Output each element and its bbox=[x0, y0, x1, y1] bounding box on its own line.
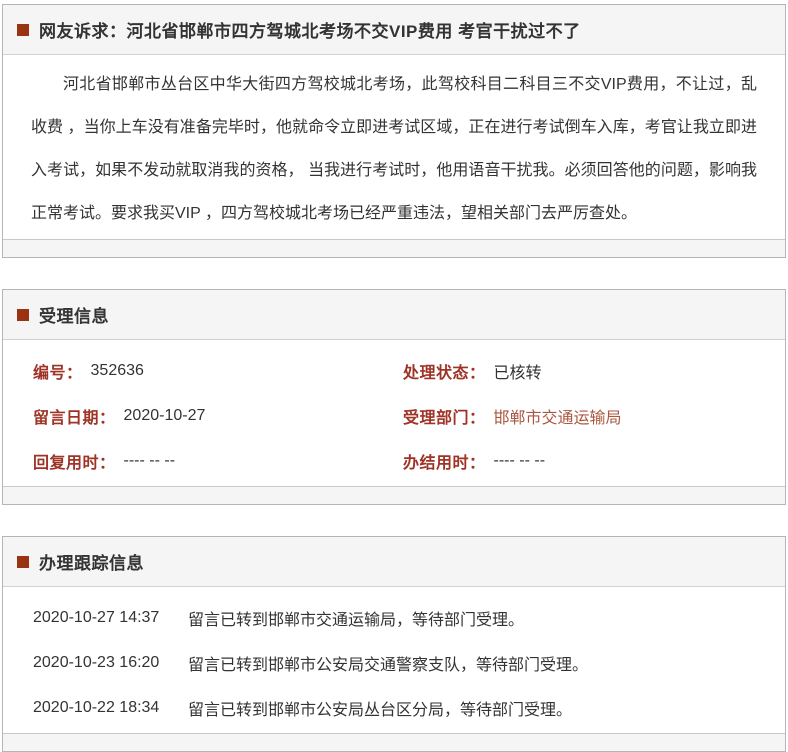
tracking-datetime: 2020-10-22 18:34 bbox=[33, 698, 160, 716]
tracking-title: 办理跟踪信息 bbox=[39, 554, 144, 573]
tracking-footer-strip bbox=[3, 733, 785, 751]
field-label: 留言日期： bbox=[33, 409, 116, 427]
acceptance-card: 受理信息 编号： 352636 处理状态： 已核转 留言日期： 2020-10-… bbox=[2, 289, 786, 505]
tracking-entry: 2020-10-27 14:37 留言已转到邯郸市交通运输局，等待部门受理。 bbox=[33, 595, 785, 640]
section-bullet-icon bbox=[17, 555, 29, 568]
field-label: 办结用时： bbox=[403, 454, 486, 472]
field-value: 2020-10-27 bbox=[123, 406, 206, 424]
tracking-list: 2020-10-27 14:37 留言已转到邯郸市交通运输局，等待部门受理。 2… bbox=[3, 587, 785, 733]
tracking-message: 留言已转到邯郸市公安局交通警察支队，等待部门受理。 bbox=[188, 656, 589, 674]
tracking-entry: 2020-10-22 18:34 留言已转到邯郸市公安局丛台区分局，等待部门受理… bbox=[33, 685, 785, 730]
field-label: 回复用时： bbox=[33, 454, 116, 472]
complaint-title: 网友诉求：河北省邯郸市四方驾城北考场不交VIP费用 考官干扰过不了 bbox=[39, 22, 581, 41]
field-message-date: 留言日期： 2020-10-27 bbox=[33, 393, 403, 438]
tracking-entry: 2020-10-23 16:20 留言已转到邯郸市公安局交通警察支队，等待部门受… bbox=[33, 640, 785, 685]
acceptance-footer-strip bbox=[3, 486, 785, 504]
petition-detail-page: 网友诉求：河北省邯郸市四方驾城北考场不交VIP费用 考官干扰过不了 河北省邯郸市… bbox=[0, 0, 788, 752]
field-label: 处理状态： bbox=[403, 364, 486, 382]
complaint-card: 网友诉求：河北省邯郸市四方驾城北考场不交VIP费用 考官干扰过不了 河北省邯郸市… bbox=[2, 4, 786, 258]
field-accepting-department: 受理部门： 邯郸市交通运输局 bbox=[403, 393, 785, 438]
section-bullet-icon bbox=[17, 23, 29, 36]
tracking-message: 留言已转到邯郸市公安局丛台区分局，等待部门受理。 bbox=[188, 701, 573, 719]
field-reply-duration: 回复用时： ---- -- -- bbox=[33, 438, 403, 483]
field-value: 已核转 bbox=[493, 364, 542, 382]
acceptance-fields: 编号： 352636 处理状态： 已核转 留言日期： 2020-10-27 受理… bbox=[3, 340, 785, 486]
field-label: 编号： bbox=[33, 364, 83, 382]
tracking-header: 办理跟踪信息 bbox=[3, 537, 785, 587]
field-value: ---- -- -- bbox=[123, 451, 176, 469]
complaint-body: 河北省邯郸市丛台区中华大街四方驾校城北考场，此驾校科目二科目三不交VIP费用，不… bbox=[3, 55, 785, 239]
field-process-status: 处理状态： 已核转 bbox=[403, 348, 785, 393]
tracking-datetime: 2020-10-27 14:37 bbox=[33, 608, 160, 626]
tracking-card: 办理跟踪信息 2020-10-27 14:37 留言已转到邯郸市交通运输局，等待… bbox=[2, 536, 786, 752]
field-case-number: 编号： 352636 bbox=[33, 348, 403, 393]
complaint-footer-strip bbox=[3, 239, 785, 257]
accepting-department-link[interactable]: 邯郸市交通运输局 bbox=[494, 404, 622, 428]
field-label: 受理部门： bbox=[403, 409, 486, 427]
field-value: 352636 bbox=[90, 361, 144, 379]
tracking-message: 留言已转到邯郸市交通运输局，等待部门受理。 bbox=[188, 611, 525, 629]
complaint-text: 河北省邯郸市丛台区中华大街四方驾校城北考场，此驾校科目二科目三不交VIP费用，不… bbox=[31, 76, 757, 222]
field-value: ---- -- -- bbox=[493, 451, 546, 469]
tracking-datetime: 2020-10-23 16:20 bbox=[33, 653, 160, 671]
field-completion-duration: 办结用时： ---- -- -- bbox=[403, 438, 785, 483]
acceptance-title: 受理信息 bbox=[39, 307, 109, 326]
section-bullet-icon bbox=[17, 308, 29, 321]
acceptance-header: 受理信息 bbox=[3, 290, 785, 340]
complaint-header: 网友诉求：河北省邯郸市四方驾城北考场不交VIP费用 考官干扰过不了 bbox=[3, 5, 785, 55]
